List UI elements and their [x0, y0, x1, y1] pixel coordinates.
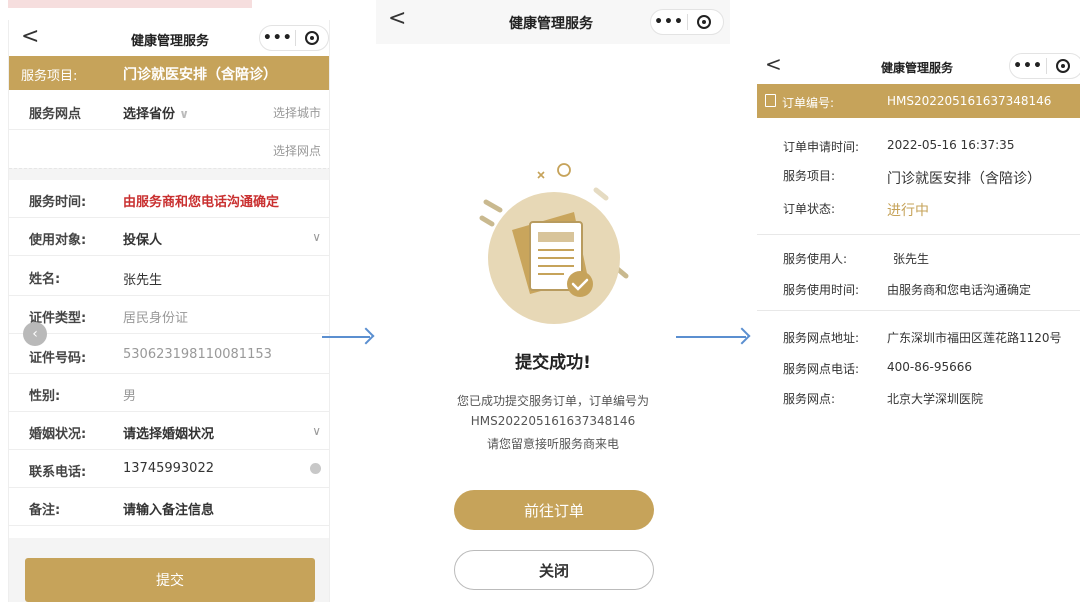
user-label: 服务使用人:	[783, 252, 848, 266]
record-icon[interactable]	[1047, 59, 1079, 73]
gender-label: 性别:	[29, 389, 61, 404]
flow-arrow-1	[322, 336, 370, 338]
address-label: 服务网点地址:	[783, 331, 860, 345]
success-message-line3: 请您留意接听服务商来电	[486, 437, 619, 451]
city-select[interactable]: 选择城市	[273, 104, 321, 121]
province-text: 选择省份	[123, 107, 176, 122]
row-id-type: 证件类型: 居民身份证	[9, 296, 329, 334]
chevron-down-icon: ∨	[312, 424, 321, 438]
order-number: HMS202205161637348146	[470, 414, 636, 428]
row-phone: 联系电话: 13745993022	[9, 450, 329, 488]
order-detail-screen: < 健康管理服务 ••• 订单编号: HMS202205161637348146…	[757, 50, 1080, 430]
note-input[interactable]: 请输入备注信息	[123, 499, 214, 518]
service-header-label: 服务项目:	[21, 69, 78, 84]
top-edge-strip	[8, 0, 252, 8]
page-title: 健康管理服务	[881, 61, 954, 75]
status-badge: 进行中	[887, 203, 929, 219]
phone-input[interactable]: 13745993022	[123, 461, 214, 476]
tel-label: 服务网点电话:	[783, 362, 860, 376]
back-icon[interactable]: <	[21, 24, 39, 49]
divider	[757, 234, 1080, 235]
id-type-value: 居民身份证	[123, 311, 189, 326]
record-icon[interactable]	[296, 31, 328, 45]
outlet-label: 服务网点:	[783, 392, 836, 406]
divider	[757, 310, 1080, 311]
service-value: 门诊就医安排（含陪诊）	[887, 171, 1041, 187]
record-icon[interactable]	[688, 15, 720, 29]
address-value: 广东深圳市福田区莲花路1120号	[887, 331, 1062, 345]
apply-time-value: 2022-05-16 16:37:35	[887, 138, 1015, 152]
row-note: 备注: 请输入备注信息	[9, 488, 329, 526]
use-time-label: 服务使用时间:	[783, 283, 860, 297]
phone-label: 联系电话:	[29, 465, 87, 480]
chevron-down-icon: ∨	[175, 107, 189, 121]
capsule-menu: •••	[259, 25, 329, 51]
row-outlet: 选择网点	[9, 130, 329, 168]
order-header-value: HMS202205161637348146	[887, 94, 1052, 108]
name-input[interactable]: 张先生	[123, 269, 162, 288]
gender-value: 男	[123, 389, 137, 404]
more-dots-icon[interactable]: •••	[651, 14, 687, 30]
note-label: 备注:	[29, 503, 61, 518]
back-icon[interactable]: <	[765, 52, 782, 76]
row-marital[interactable]: 婚姻状况: 请选择婚姻状况 ∨	[9, 412, 329, 450]
flow-arrow-2	[676, 336, 746, 338]
outlet-select[interactable]: 选择网点	[273, 142, 321, 159]
target-value: 投保人	[123, 233, 163, 248]
status-label: 订单状态:	[783, 202, 836, 216]
row-name[interactable]: 姓名: 张先生	[9, 256, 329, 296]
outlet-value: 北京大学深圳医院	[887, 392, 984, 406]
goto-order-button[interactable]: 前往订单	[454, 490, 654, 530]
row-target[interactable]: 使用对象: 投保人 ∨	[9, 218, 329, 256]
order-header: 订单编号: HMS202205161637348146	[757, 84, 1080, 118]
close-button[interactable]: 关闭	[454, 550, 654, 590]
site-label: 服务网点	[29, 107, 82, 122]
row-service-site: 服务网点 选择省份 ∨ 选择城市	[9, 92, 329, 130]
service-label: 服务项目:	[783, 169, 836, 183]
tel-value[interactable]: 400-86-95666	[887, 360, 972, 374]
marital-label: 婚姻状况:	[29, 427, 87, 442]
name-label: 姓名:	[29, 272, 61, 287]
success-message-line1: 您已成功提交服务订单，订单编号为	[456, 394, 649, 408]
time-label: 服务时间:	[29, 195, 87, 210]
capsule-menu: •••	[1009, 53, 1080, 79]
time-value: 由服务商和您电话沟通确定	[123, 195, 280, 210]
back-icon[interactable]: <	[388, 6, 406, 31]
id-number-value: 530623198110081153	[123, 347, 272, 362]
nav-bar: < 健康管理服务 •••	[757, 50, 1080, 84]
order-header-label: 订单编号:	[782, 96, 835, 110]
row-service-time: 服务时间: 由服务商和您电话沟通确定	[9, 180, 329, 218]
service-header-value: 门诊就医安排（含陪诊）	[123, 67, 277, 83]
chevron-down-icon: ∨	[312, 230, 321, 244]
submit-button[interactable]: 提交	[25, 558, 315, 602]
row-id-number: 证件号码: 530623198110081153	[9, 334, 329, 374]
page-title: 健康管理服务	[509, 16, 593, 32]
floating-back-icon[interactable]: ‹	[23, 322, 47, 346]
row-gender: 性别: 男	[9, 374, 329, 412]
more-dots-icon[interactable]: •••	[260, 30, 295, 46]
form-screen: < 健康管理服务 ••• 服务项目: 门诊就医安排（含陪诊） 服务网点 选择省份…	[8, 20, 330, 602]
service-header: 服务项目: 门诊就医安排（含陪诊）	[9, 56, 329, 90]
clear-icon[interactable]	[310, 463, 321, 474]
more-dots-icon[interactable]: •••	[1010, 58, 1046, 74]
capsule-menu: •••	[650, 9, 724, 35]
target-label: 使用对象:	[29, 233, 87, 248]
order-doc-icon	[765, 94, 776, 107]
marital-select[interactable]: 请选择婚姻状况	[123, 423, 214, 442]
province-select[interactable]: 选择省份 ∨	[123, 103, 189, 122]
use-time-value: 由服务商和您电话沟通确定	[887, 283, 1032, 297]
page-title: 健康管理服务	[131, 34, 210, 49]
user-value: 张先生	[893, 252, 930, 266]
apply-time-label: 订单申请时间:	[783, 140, 860, 154]
section-gap	[9, 168, 329, 180]
id-number-label: 证件号码:	[29, 351, 87, 366]
document-success-icon	[479, 163, 629, 324]
nav-bar: < 健康管理服务 •••	[9, 20, 329, 56]
success-title: 提交成功!	[515, 353, 591, 373]
nav-bar: < 健康管理服务 •••	[376, 0, 730, 44]
success-screen: < 健康管理服务 ••• 提交成功! 您已成功提交服务订单，订单编号为 HMS2…	[376, 0, 730, 602]
